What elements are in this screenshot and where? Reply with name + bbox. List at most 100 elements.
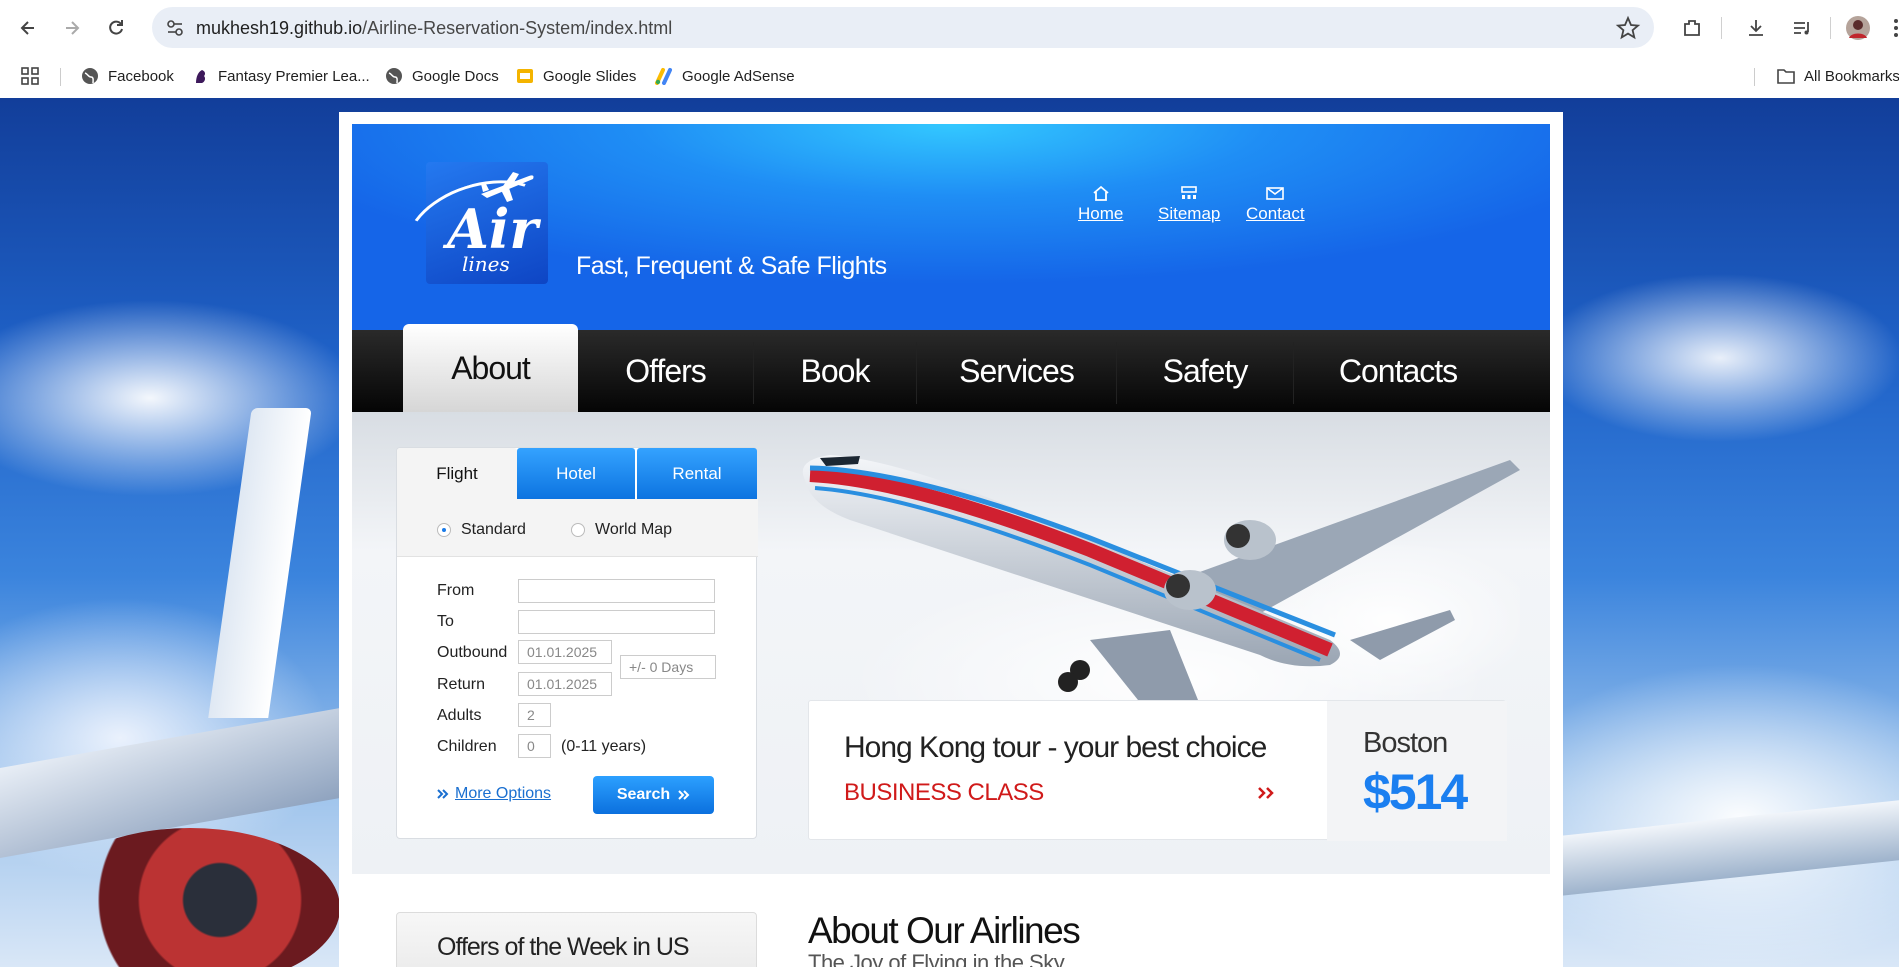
toolbar-divider (1830, 17, 1831, 39)
folder-icon (1776, 66, 1796, 86)
promo-city: Boston (1363, 727, 1448, 759)
double-arrow-icon (437, 789, 449, 799)
nav-book[interactable]: Book (754, 330, 916, 412)
return-date-input[interactable] (518, 672, 612, 696)
logo-text-air: Air (447, 197, 538, 261)
all-bookmarks[interactable]: All Bookmarks (1776, 63, 1899, 89)
search-mode-radios: Standard World Map (397, 499, 758, 557)
browser-toolbar: mukhesh19.github.io/Airline-Reservation-… (0, 0, 1899, 54)
background-plane-tail (208, 408, 312, 718)
bookmark-label: Google AdSense (682, 67, 795, 85)
offers-title: Offers of the Week in US (437, 933, 690, 961)
outbound-date-input[interactable] (518, 640, 612, 664)
radio-world-map[interactable]: World Map (571, 521, 672, 539)
site-header: Air lines Fast, Frequent & Safe Flights … (352, 124, 1550, 330)
bookmark-label: Fantasy Premier Lea... (218, 67, 370, 85)
children-input[interactable] (518, 734, 551, 758)
to-input[interactable] (518, 610, 715, 634)
from-label: From (437, 582, 475, 599)
menu-dots-icon[interactable] (1880, 12, 1899, 44)
bookmarks-divider (60, 68, 61, 86)
background-plane-engine (40, 828, 340, 967)
bookmark-google-adsense[interactable]: Google AdSense (654, 63, 795, 89)
adults-label: Adults (437, 707, 482, 724)
bookmark-facebook[interactable]: Facebook (80, 63, 174, 89)
bookmark-fantasy-premier-league[interactable]: Fantasy Premier Lea... (190, 63, 370, 89)
bookmark-google-slides[interactable]: Google Slides (515, 63, 636, 89)
days-flex-input[interactable] (620, 655, 716, 679)
apps-grid-icon[interactable] (20, 63, 40, 89)
reload-icon[interactable] (100, 12, 132, 44)
promo-subtitle: BUSINESS CLASS (844, 779, 1044, 806)
home-icon (1093, 185, 1109, 201)
promo-title: Hong Kong tour - your best choice (844, 731, 1267, 764)
radio-label: World Map (595, 521, 673, 538)
globe-icon (384, 66, 404, 86)
download-icon[interactable] (1740, 12, 1772, 44)
all-bookmarks-label: All Bookmarks (1804, 67, 1899, 85)
double-arrow-icon (678, 790, 690, 800)
globe-icon (80, 66, 100, 86)
more-options-label: More Options (455, 785, 552, 802)
about-title: About Our Airlines (808, 910, 1081, 951)
booking-widget: Flight Hotel Rental Standard World Map F… (396, 447, 758, 839)
sitemap-link-label: Sitemap (1158, 204, 1221, 223)
tab-hotel[interactable]: Hotel (517, 448, 635, 499)
adsense-icon (654, 66, 674, 86)
contact-link[interactable]: Contact (1246, 184, 1305, 224)
nav-contacts[interactable]: Contacts (1294, 330, 1502, 412)
double-arrow-icon[interactable] (1257, 785, 1279, 801)
search-button[interactable]: Search (593, 776, 714, 814)
return-label: Return (437, 676, 486, 693)
mail-icon (1266, 187, 1285, 200)
sitemap-link[interactable]: Sitemap (1158, 184, 1220, 224)
main-nav: About Offers Book Services Safety Contac… (352, 324, 1550, 412)
bookmark-label: Google Slides (543, 67, 637, 85)
tab-flight[interactable]: Flight (397, 448, 517, 499)
radio-dot (437, 523, 451, 537)
site-info-icon[interactable] (162, 15, 188, 41)
offers-of-the-week-box: Offers of the Week in US (396, 912, 757, 967)
url-text: mukhesh19.github.io/Airline-Reservation-… (196, 18, 672, 39)
home-link-label: Home (1078, 204, 1124, 223)
promo-price-box: Boston $514 (1327, 701, 1507, 841)
promo-price: $514 (1363, 764, 1468, 820)
nav-services[interactable]: Services (917, 330, 1116, 412)
toolbar-divider (1721, 17, 1722, 39)
home-link[interactable]: Home (1078, 184, 1123, 224)
from-input[interactable] (518, 579, 715, 603)
radio-dot (571, 523, 585, 537)
forward-icon[interactable] (56, 12, 88, 44)
search-button-label: Search (616, 786, 671, 803)
url-domain: mukhesh19.github.io (196, 18, 363, 38)
bookmarks-bar: Facebook Fantasy Premier Lea... Google D… (0, 54, 1899, 98)
profile-avatar-icon[interactable] (1842, 12, 1874, 44)
address-bar[interactable]: mukhesh19.github.io/Airline-Reservation-… (152, 7, 1654, 48)
url-path: /Airline-Reservation-System/index.html (362, 18, 673, 38)
more-options-link[interactable]: More Options (437, 785, 551, 803)
extensions-icon[interactable] (1676, 12, 1708, 44)
bookmark-google-docs[interactable]: Google Docs (384, 63, 499, 89)
radio-standard[interactable]: Standard (437, 521, 526, 539)
adults-input[interactable] (518, 703, 551, 727)
radio-label: Standard (461, 521, 526, 538)
about-subtitle: The Joy of Flying in the Sky (808, 950, 1065, 967)
background-plane-wing-right (1560, 800, 1899, 896)
bookmarks-divider (1754, 68, 1755, 86)
media-queue-icon[interactable] (1786, 12, 1818, 44)
contact-link-label: Contact (1246, 204, 1305, 223)
children-age-note: (0-11 years) (561, 738, 647, 755)
nav-safety[interactable]: Safety (1117, 330, 1293, 412)
logo-text-lines: lines (462, 252, 510, 276)
promo-card[interactable]: Hong Kong tour - your best choice BUSINE… (808, 700, 1507, 841)
sitemap-icon (1181, 186, 1197, 199)
outbound-label: Outbound (437, 644, 508, 661)
back-icon[interactable] (12, 12, 44, 44)
nav-offers[interactable]: Offers (578, 330, 753, 412)
bookmark-star-icon[interactable] (1614, 14, 1642, 42)
premier-league-icon (190, 66, 210, 86)
nav-about[interactable]: About (403, 324, 578, 412)
children-label: Children (437, 738, 497, 755)
to-label: To (437, 613, 454, 630)
tab-rental[interactable]: Rental (637, 448, 757, 499)
